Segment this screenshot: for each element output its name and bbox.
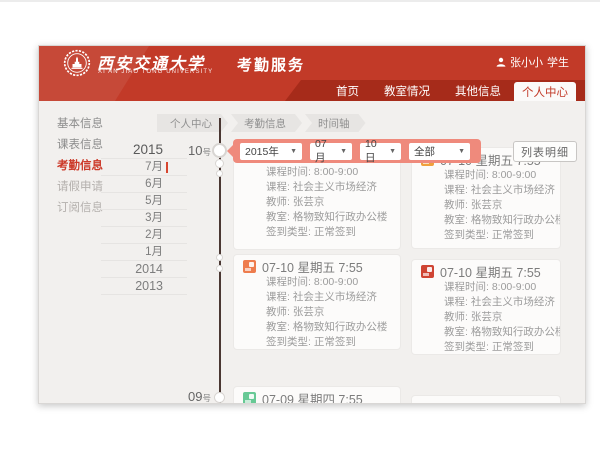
attendance-status-icon [243, 392, 256, 405]
timeline-nav-month-1[interactable]: 1月 [101, 244, 187, 261]
card-row: 课程: 社会主义市场经济 [266, 290, 391, 305]
card-notch [233, 395, 234, 404]
chevron-down-icon: ▼ [290, 148, 297, 155]
timeline-node [216, 170, 223, 177]
breadcrumb-timeline[interactable]: 时间轴 [305, 114, 366, 132]
card-row: 签到类型: 正常签到 [444, 340, 551, 355]
user-name: 张小小 [510, 54, 543, 70]
top-nav: 首页 教室情况 其他信息 [39, 80, 585, 101]
timeline-node [216, 254, 223, 261]
attendance-app-window: 西安交通大学 XI'AN JIAO TONG UNIVERSITY 考勤服务 张… [38, 45, 586, 404]
university-name-en: XI'AN JIAO TONG UNIVERSITY [98, 69, 213, 75]
card-title: 07-10 星期五 7:55 [440, 262, 541, 281]
card-row: 签到类型: 正常签到 [444, 228, 551, 243]
timeline-nav-month-5[interactable]: 5月 [101, 193, 187, 210]
chevron-down-icon: ▼ [458, 148, 465, 155]
card-row: 签到类型: 正常签到 [266, 335, 391, 350]
card-row: 课程时间: 8:00-9:00 [444, 280, 551, 295]
card-title: 07-10 星期五 7:55 [262, 257, 363, 276]
timeline-nav-month-6[interactable]: 6月 [101, 176, 187, 193]
timeline-day-label-10: 10号 [169, 143, 211, 158]
list-detail-button[interactable]: 列表明细 [513, 141, 577, 162]
card-row: 教师: 张芸京 [266, 305, 391, 320]
card-row: 教师: 张芸京 [266, 195, 391, 210]
day-select[interactable]: 10日 ▼ [360, 143, 401, 160]
attendance-card: 07-10 星期五 7:55 课程时间: 8:00-9:00 课程: 社会主义市… [233, 254, 401, 350]
attendance-status-icon [243, 260, 256, 273]
card-row: 签到类型: 正常签到 [266, 225, 391, 240]
university-logo-icon [63, 49, 91, 77]
filter-bar: 2015年 ▼ 07月 ▼ 10日 ▼ 全部 ▼ [233, 139, 481, 163]
timeline-nav-month-3[interactable]: 3月 [101, 210, 187, 227]
breadcrumb: 个人中心 考勤信息 时间轴 [157, 114, 369, 132]
year-select[interactable]: 2015年 ▼ [240, 143, 302, 160]
nav-tab-personal-center[interactable]: 个人中心 [514, 82, 576, 101]
chevron-down-icon: ▼ [340, 148, 347, 155]
card-notch [233, 263, 234, 275]
page-top-divider [0, 0, 600, 2]
attendance-card [411, 395, 561, 404]
user-role: 学生 [547, 54, 569, 70]
attendance-card: 07-09 星期四 7:55 [233, 386, 401, 404]
card-row: 课程时间: 8:00-9:00 [266, 275, 391, 290]
card-row: 教室: 格物致知行政办公楼 [266, 320, 391, 335]
timeline-date-nav: 2015 7月 6月 5月 3月 2月 1月 2014 2013 [101, 141, 187, 295]
person-icon [496, 57, 506, 67]
breadcrumb-attendance-info[interactable]: 考勤信息 [231, 114, 302, 132]
card-title: 07-09 星期四 7:55 [262, 389, 363, 405]
nav-item-home[interactable]: 首页 [336, 83, 359, 99]
timeline-day-label-09: 09号 [169, 389, 211, 404]
attendance-card: 07-10 星期五 7:55 课程时间: 8:00-9:00 课程: 社会主义市… [411, 259, 561, 355]
card-row: 课程: 社会主义市场经济 [444, 183, 551, 198]
breadcrumb-personal-center[interactable]: 个人中心 [157, 114, 228, 132]
app-title: 考勤服务 [237, 54, 305, 75]
screenshot-root: 西安交通大学 XI'AN JIAO TONG UNIVERSITY 考勤服务 张… [0, 0, 600, 450]
timeline-nav-year-2014[interactable]: 2014 [101, 261, 187, 278]
card-row: 课程时间: 8:00-9:00 [444, 168, 551, 183]
timeline-node [216, 265, 223, 272]
user-account[interactable]: 张小小 学生 [496, 54, 569, 70]
card-row: 课程时间: 8:00-9:00 [266, 165, 391, 180]
card-row: 教师: 张芸京 [444, 198, 551, 213]
card-row: 教室: 格物致知行政办公楼 [444, 213, 551, 228]
timeline-nav-year-2013[interactable]: 2013 [101, 278, 187, 295]
card-row: 课程: 社会主义市场经济 [266, 180, 391, 195]
timeline-node [215, 159, 224, 168]
type-select[interactable]: 全部 ▼ [409, 143, 470, 160]
timeline-nav-month-7[interactable]: 7月 [101, 159, 187, 176]
nav-item-other-info[interactable]: 其他信息 [455, 83, 501, 99]
attendance-status-icon [421, 265, 434, 278]
month-select[interactable]: 07月 ▼ [310, 143, 352, 160]
sidebar-item-basic-info[interactable]: 基本信息 [39, 114, 151, 135]
chevron-down-icon: ▼ [389, 148, 396, 155]
card-row: 教室: 格物致知行政办公楼 [444, 325, 551, 340]
timeline-nav-month-2[interactable]: 2月 [101, 227, 187, 244]
timeline-node [212, 143, 227, 158]
card-row: 教师: 张芸京 [444, 310, 551, 325]
app-header: 西安交通大学 XI'AN JIAO TONG UNIVERSITY 考勤服务 张… [39, 46, 585, 101]
timeline-node [214, 392, 225, 403]
card-row: 教室: 格物致知行政办公楼 [266, 210, 391, 225]
card-row: 课程: 社会主义市场经济 [444, 295, 551, 310]
nav-item-classrooms[interactable]: 教室情况 [384, 83, 430, 99]
active-month-marker [166, 162, 169, 173]
